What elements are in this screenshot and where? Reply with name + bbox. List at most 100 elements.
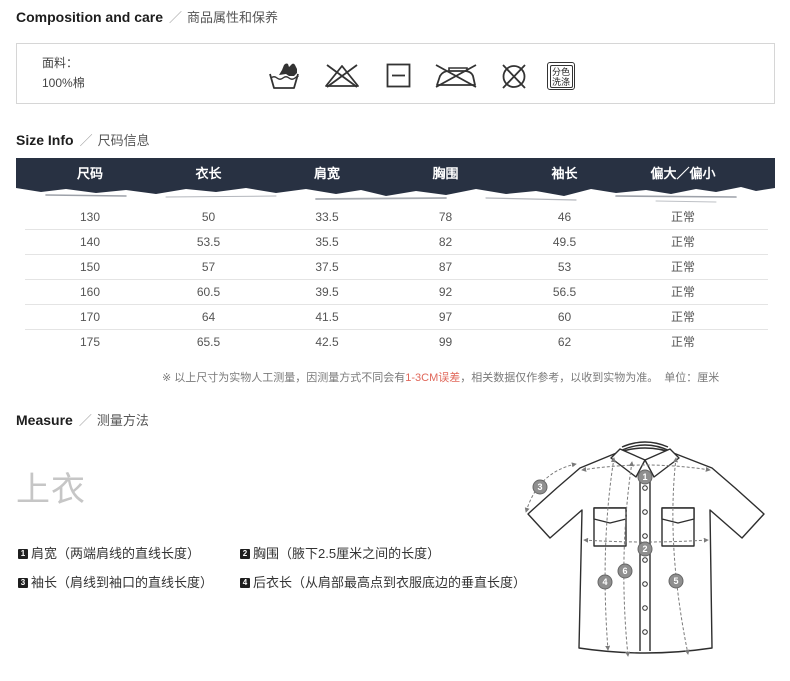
column-header-length: 衣长 bbox=[195, 166, 222, 181]
column-header-chest: 胸围 bbox=[432, 166, 459, 181]
fabric-value: 100%棉 bbox=[42, 76, 85, 90]
fit-cell: 正常 bbox=[670, 335, 695, 349]
measure-item-back-length: 4 后衣长（从肩部最高点到衣服底边的垂直长度） bbox=[240, 575, 526, 591]
measure-point-label: 5 bbox=[673, 576, 678, 586]
table-row: 170 64 41.5 97 60 正常 bbox=[25, 305, 768, 330]
wash-separately-icon: 分色 洗涤 bbox=[547, 62, 575, 90]
measure-title: Measure bbox=[16, 412, 73, 428]
left-pocket-flap bbox=[593, 507, 627, 524]
sleeve-cell: 46 bbox=[557, 210, 572, 224]
composition-box: 面料： 100%棉 分色 洗涤 bbox=[16, 43, 775, 104]
sleeve-cell: 53 bbox=[557, 260, 572, 274]
chest-cell: 92 bbox=[438, 285, 453, 299]
measure-item-chest: 2 胸围（腋下2.5厘米之间的长度） bbox=[240, 546, 440, 562]
shoulder-cell: 35.5 bbox=[315, 235, 339, 249]
measure-item-desc: （肩线到袖口的直线长度） bbox=[57, 575, 214, 590]
wash-separately-line-2: 洗涤 bbox=[551, 76, 570, 87]
length-cell: 65.5 bbox=[196, 335, 221, 349]
size-table-body: 130 50 33.5 78 46 正常 140 53.5 35.5 82 49… bbox=[25, 205, 768, 355]
measure-section-title: Measure ／ 测量方法 bbox=[16, 411, 149, 429]
measure-point-1: 1 bbox=[637, 469, 653, 485]
size-cell: 130 bbox=[79, 210, 101, 224]
shoulder-cell: 33.5 bbox=[315, 210, 339, 224]
measure-item-number: 3 bbox=[18, 577, 28, 588]
fit-cell: 正常 bbox=[670, 260, 695, 274]
measure-point-label: 1 bbox=[642, 472, 647, 482]
sleeve-cell: 49.5 bbox=[552, 235, 577, 249]
measure-point-5: 5 bbox=[668, 573, 684, 589]
length-cell: 53.5 bbox=[196, 235, 221, 249]
measure-item-desc: （两端肩线的直线长度） bbox=[57, 546, 201, 561]
length-cell: 57 bbox=[201, 260, 216, 274]
measure-item-sleeve: 3 袖长（肩线到袖口的直线长度） bbox=[18, 575, 213, 591]
fit-cell: 正常 bbox=[670, 210, 695, 224]
size-section-title: Size Info ／ 尺码信息 bbox=[16, 131, 150, 149]
wash-separately-line-1: 分色 bbox=[551, 66, 570, 77]
wash-separately-label: 分色 洗涤 bbox=[549, 64, 573, 88]
table-row: 140 53.5 35.5 82 49.5 正常 bbox=[25, 230, 768, 255]
size-cell: 160 bbox=[79, 285, 101, 299]
title-separator: ／ bbox=[79, 133, 93, 148]
measure-point-6: 6 bbox=[617, 563, 633, 579]
fabric-label: 面料： bbox=[42, 56, 79, 70]
chest-cell: 99 bbox=[438, 335, 453, 349]
fit-cell: 正常 bbox=[670, 235, 695, 249]
hand-wash-icon bbox=[269, 63, 299, 89]
composition-subtitle: 商品属性和保养 bbox=[187, 10, 279, 25]
do-not-bleach-icon bbox=[325, 64, 359, 88]
measure-item-number: 1 bbox=[18, 548, 28, 559]
measure-point-label: 2 bbox=[642, 544, 647, 554]
note-highlight: 1-3CM误差 bbox=[405, 372, 461, 384]
title-separator: ／ bbox=[169, 10, 183, 25]
measure-point-2: 2 bbox=[637, 541, 653, 557]
measure-item-name: 袖长 bbox=[31, 575, 58, 590]
measure-item-number: 2 bbox=[240, 548, 250, 559]
garment-type-label: 上衣 bbox=[16, 471, 86, 509]
shoulder-cell: 39.5 bbox=[315, 285, 339, 299]
shoulder-cell: 42.5 bbox=[315, 335, 339, 349]
column-header-sleeve: 袖长 bbox=[551, 166, 578, 181]
shoulder-cell: 37.5 bbox=[315, 260, 339, 274]
measure-point-label: 4 bbox=[602, 577, 607, 587]
table-row: 175 65.5 42.5 99 62 正常 bbox=[25, 330, 768, 355]
column-header-size: 尺码 bbox=[76, 166, 103, 181]
note-prefix: ※ 以上尺寸为实物人工测量，因测量方式不同会有 bbox=[162, 372, 406, 384]
shoulder-cell: 41.5 bbox=[315, 310, 339, 324]
chest-cell: 78 bbox=[438, 210, 453, 224]
measure-item-desc: （腋下2.5厘米之间的长度） bbox=[279, 546, 441, 561]
measure-item-name: 肩宽 bbox=[31, 546, 58, 561]
sleeve-cell: 60 bbox=[557, 310, 572, 324]
size-cell: 175 bbox=[79, 335, 101, 349]
measure-subtitle: 测量方法 bbox=[96, 413, 149, 428]
composition-section-title: Composition and care ／ 商品属性和保养 bbox=[16, 8, 278, 26]
measure-item-number: 4 bbox=[240, 577, 250, 588]
table-row: 130 50 33.5 78 46 正常 bbox=[25, 205, 768, 230]
measure-item-name: 后衣长 bbox=[253, 575, 293, 590]
measure-point-label: 6 bbox=[622, 566, 627, 576]
shirt-measurement-diagram: 1 2 3 4 5 6 bbox=[524, 441, 765, 657]
size-cell: 140 bbox=[79, 235, 101, 249]
note-unit: 单位：厘米 bbox=[664, 372, 720, 384]
measure-item-name: 胸围 bbox=[253, 546, 280, 561]
fit-cell: 正常 bbox=[670, 310, 695, 324]
size-title: Size Info bbox=[16, 132, 74, 148]
table-row: 160 60.5 39.5 92 56.5 正常 bbox=[25, 280, 768, 305]
chest-cell: 82 bbox=[438, 235, 453, 249]
column-header-fit: 偏大／偏小 bbox=[650, 166, 716, 181]
do-not-iron-icon bbox=[435, 64, 477, 88]
length-cell: 50 bbox=[201, 210, 216, 224]
measure-item-shoulder: 1 肩宽（两端肩线的直线长度） bbox=[18, 546, 200, 562]
measure-point-4: 4 bbox=[597, 574, 613, 590]
chest-cell: 97 bbox=[438, 310, 453, 324]
chest-cell: 87 bbox=[438, 260, 453, 274]
size-table-header: 尺码 衣长 肩宽 胸围 袖长 偏大／偏小 bbox=[25, 158, 768, 190]
title-separator: ／ bbox=[78, 413, 92, 428]
sleeve-cell: 62 bbox=[557, 335, 572, 349]
measure-point-3: 3 bbox=[532, 479, 548, 495]
table-row: 150 57 37.5 87 53 正常 bbox=[25, 255, 768, 280]
header-brush-streaks bbox=[45, 194, 737, 203]
note-suffix: ，相关数据仅作参考，以收到实物为准。 bbox=[460, 372, 659, 384]
fit-cell: 正常 bbox=[670, 285, 695, 299]
size-note: ※ 以上尺寸为实物人工测量，因测量方式不同会有1-3CM误差，相关数据仅作参考，… bbox=[162, 371, 719, 385]
size-cell: 150 bbox=[79, 260, 101, 274]
